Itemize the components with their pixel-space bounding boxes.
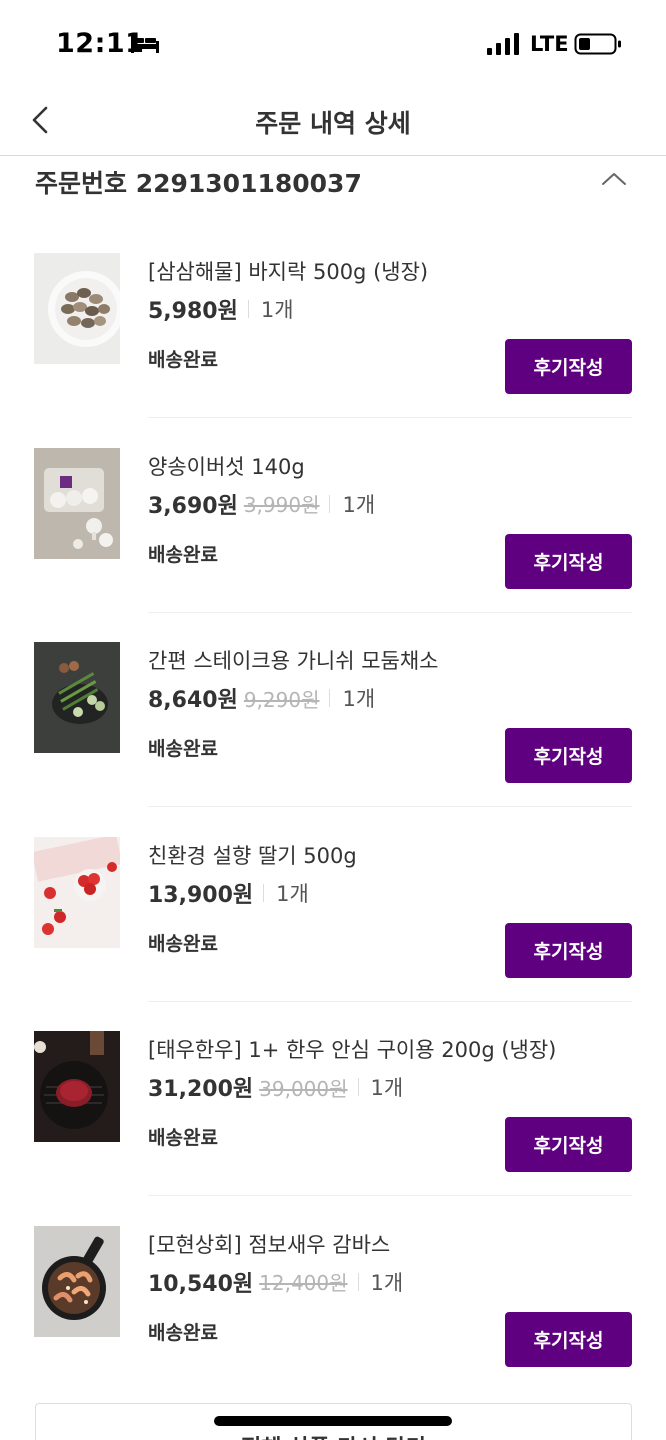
delivery-status: 배송완료 (148, 349, 218, 371)
order-item: [모현상회] 점보새우 감바스 10,540원 12,400원 1개 배송완료 … (0, 1225, 666, 1420)
divider (263, 883, 265, 902)
divider (148, 417, 632, 418)
status-bar: 12:11 LTE (0, 0, 666, 88)
product-name[interactable]: 간편 스테이크용 가니쉬 모둠채소 (148, 645, 439, 675)
product-image[interactable] (34, 642, 120, 753)
network-label: LTE (530, 32, 569, 56)
divider (148, 1195, 632, 1196)
product-price: 13,900원 (148, 882, 254, 908)
delivery-status: 배송완료 (148, 738, 218, 760)
product-quantity: 1개 (370, 1270, 404, 1295)
product-quantity: 1개 (370, 1076, 404, 1100)
divider (357, 1272, 359, 1291)
product-name[interactable]: 양송이버섯 140g (148, 451, 305, 481)
product-price: 5,980원 (148, 299, 238, 324)
write-review-button[interactable]: 후기작성 (505, 533, 632, 589)
bed-icon (131, 35, 159, 53)
order-header: 주문번호 2291301180037 (0, 156, 666, 216)
write-review-button[interactable]: 후기작성 (505, 1311, 632, 1367)
price-row: 31,200원 39,000원 1개 (148, 1072, 403, 1102)
product-image[interactable] (34, 1225, 120, 1337)
write-review-button[interactable]: 후기작성 (505, 922, 632, 978)
chevron-up-icon (602, 173, 626, 185)
delivery-status: 배송완료 (148, 1321, 218, 1344)
original-price: 12,400원 (259, 1271, 348, 1295)
product-image[interactable] (34, 253, 120, 364)
product-price: 31,200원 (148, 1077, 254, 1102)
product-price: 3,690원 (148, 493, 238, 519)
original-price: 9,290원 (243, 687, 320, 712)
write-review-button[interactable]: 후기작성 (505, 339, 632, 394)
collapse-button[interactable] (598, 162, 630, 194)
order-number: 주문번호 2291301180037 (35, 169, 362, 198)
product-quantity: 1개 (342, 687, 376, 711)
page-title: 주문 내역 상세 (255, 109, 411, 138)
product-quantity: 1개 (276, 881, 309, 906)
price-row: 13,900원 1개 (148, 878, 309, 908)
divider (148, 611, 632, 613)
product-image[interactable] (34, 1031, 120, 1142)
order-item: 간편 스테이크용 가니쉬 모둠채소 8,640원 9,290원 1개 배송완료 … (0, 641, 666, 836)
order-item: [태우한우] 1+ 한우 안심 구이용 200g (냉장) 31,200원 39… (0, 1030, 666, 1225)
nav-header: 주문 내역 상세 (0, 88, 666, 156)
product-name[interactable]: [삼삼해물] 바지락 500g (냉장) (148, 256, 428, 286)
price-row: 8,640원 9,290원 1개 (148, 683, 375, 713)
divider (329, 494, 331, 513)
delivery-status: 배송완료 (148, 1127, 218, 1149)
divider (148, 806, 632, 807)
original-price: 39,000원 (259, 1076, 348, 1101)
order-item-list: [삼삼해물] 바지락 500g (냉장) 5,980원 1개 배송완료 후기작성 (0, 252, 666, 1419)
price-row: 5,980원 1개 (148, 294, 294, 324)
order-item: 양송이버섯 140g 3,690원 3,990원 1개 배송완료 후기작성 (0, 447, 666, 642)
product-name[interactable]: 친환경 설향 딸기 500g (148, 840, 357, 870)
product-price: 8,640원 (148, 688, 238, 713)
divider (329, 689, 331, 707)
divider (357, 1078, 359, 1096)
delivery-status: 배송완료 (148, 932, 218, 955)
product-price: 10,540원 (148, 1271, 254, 1297)
divider (148, 1000, 632, 1002)
product-quantity: 1개 (342, 492, 376, 517)
write-review-button[interactable]: 후기작성 (505, 728, 632, 783)
delivery-status: 배송완료 (148, 543, 218, 566)
price-row: 10,540원 12,400원 1개 (148, 1267, 403, 1297)
product-name[interactable]: [태우한우] 1+ 한우 안심 구이용 200g (냉장) (148, 1034, 556, 1064)
product-name[interactable]: [모현상회] 점보새우 감바스 (148, 1229, 390, 1259)
price-row: 3,690원 3,990원 1개 (148, 489, 375, 519)
divider (247, 300, 249, 318)
order-item: [삼삼해물] 바지락 500g (냉장) 5,980원 1개 배송완료 후기작성 (0, 252, 666, 447)
write-review-button[interactable]: 후기작성 (505, 1117, 632, 1172)
product-image[interactable] (34, 447, 120, 559)
product-image[interactable] (34, 836, 120, 948)
product-quantity: 1개 (260, 298, 294, 322)
original-price: 3,990원 (243, 493, 320, 517)
order-item: 친환경 설향 딸기 500g 13,900원 1개 배송완료 후기작성 (0, 836, 666, 1031)
battery-icon (574, 33, 621, 55)
signal-icon (487, 33, 519, 55)
home-indicator (214, 1416, 452, 1426)
